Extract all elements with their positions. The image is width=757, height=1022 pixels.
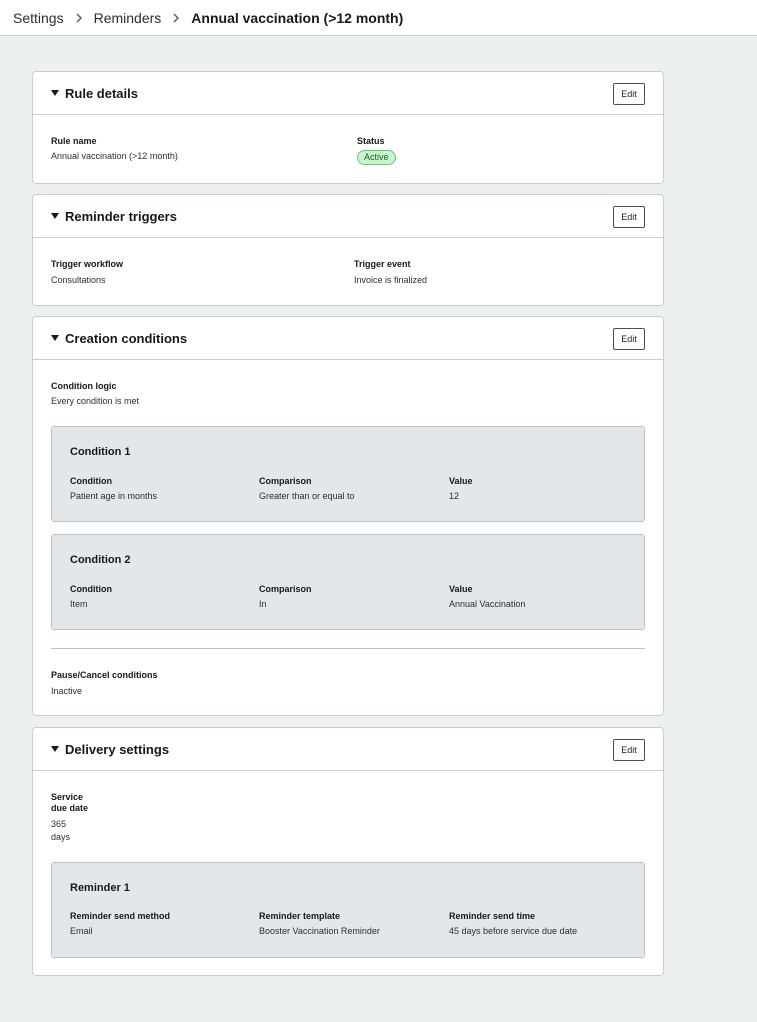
send-method-label: Reminder send method — [70, 911, 171, 921]
template-value: Booster Vaccination Reminder — [259, 926, 380, 936]
rule-details-body: Rule name Annual vaccination (>12 month)… — [33, 115, 663, 183]
service-due-date-label: Service — [51, 792, 84, 802]
pause-cancel-label: Pause/Cancel conditions — [51, 670, 158, 680]
reminder-title: Reminder 1 — [70, 882, 130, 894]
condition-value: Patient age in months — [70, 491, 158, 501]
creation-conditions-card: Creation conditions Edit Condition logic… — [32, 316, 664, 716]
rule-details-card: Rule details Edit Rule name Annual vacci… — [32, 71, 664, 184]
reminder-triggers-title: Reminder triggers — [65, 208, 177, 224]
trigger-event-label: Trigger event — [354, 259, 411, 269]
condition-label: Condition — [70, 476, 112, 486]
trigger-workflow-label: Trigger workflow — [51, 259, 124, 269]
condition-label: Condition — [70, 584, 112, 594]
condition-panel-2: Condition 2 Condition Item Comparison In… — [51, 534, 645, 630]
chevron-right-icon — [75, 13, 83, 23]
value-value: Annual Vaccination — [449, 599, 526, 609]
caret-down-icon[interactable] — [51, 335, 59, 341]
send-time-value: 45 days before service due date — [449, 926, 578, 936]
caret-down-icon[interactable] — [51, 213, 59, 219]
send-time-label: Reminder send time — [449, 911, 536, 921]
reminder-triggers-header[interactable]: Reminder triggers Edit — [33, 195, 663, 238]
creation-conditions-edit-button[interactable]: Edit — [613, 328, 645, 350]
reminder-triggers-card: Reminder triggers Edit Trigger workflow … — [32, 194, 664, 306]
condition-title: Condition 2 — [70, 554, 131, 566]
pause-cancel-value: Inactive — [51, 686, 83, 696]
comparison-value: In — [259, 599, 267, 609]
reminder-triggers-body: Trigger workflow Consultations Trigger e… — [33, 238, 663, 305]
rule-details-header[interactable]: Rule details Edit — [33, 72, 663, 115]
section-divider — [51, 648, 645, 649]
breadcrumb: Settings Reminders Annual vaccination (>… — [0, 0, 757, 36]
chevron-right-icon — [172, 13, 180, 23]
breadcrumb-reminders[interactable]: Reminders — [94, 10, 162, 26]
creation-conditions-header[interactable]: Creation conditions Edit — [33, 317, 663, 360]
delivery-settings-header[interactable]: Delivery settings Edit — [33, 728, 663, 771]
condition-title: Condition 1 — [70, 446, 131, 458]
delivery-settings-title: Delivery settings — [65, 741, 170, 757]
value-label: Value — [449, 584, 473, 594]
condition-logic-label: Condition logic — [51, 381, 117, 391]
send-method-value: Email — [70, 926, 93, 936]
trigger-event-value: Invoice is finalized — [354, 275, 428, 285]
value-value: 12 — [449, 491, 460, 501]
service-due-date-value: 365 — [51, 819, 67, 829]
condition-value: Item — [70, 599, 88, 609]
service-due-date-label-2: due date — [51, 803, 89, 813]
reminder-panel-1: Reminder 1 Reminder send method Email Re… — [51, 862, 645, 958]
delivery-settings-body: Service due date 365 days Reminder 1 Rem… — [33, 771, 663, 975]
breadcrumb-current: Annual vaccination (>12 month) — [191, 9, 404, 26]
condition-logic-value: Every condition is met — [51, 396, 140, 406]
service-due-date-unit: days — [51, 832, 71, 842]
creation-conditions-title: Creation conditions — [65, 330, 188, 346]
caret-down-icon[interactable] — [51, 746, 59, 752]
value-label: Value — [449, 476, 473, 486]
rule-details-title: Rule details — [65, 85, 138, 101]
comparison-label: Comparison — [259, 584, 312, 594]
delivery-settings-edit-button[interactable]: Edit — [613, 739, 645, 761]
caret-down-icon[interactable] — [51, 90, 59, 96]
delivery-settings-card: Delivery settings Edit Service due date … — [32, 727, 664, 976]
status-badge: Active — [357, 150, 396, 165]
breadcrumb-settings[interactable]: Settings — [13, 10, 64, 26]
rule-details-edit-button[interactable]: Edit — [613, 83, 645, 105]
status-label: Status — [357, 136, 385, 146]
reminder-triggers-edit-button[interactable]: Edit — [613, 206, 645, 228]
comparison-label: Comparison — [259, 476, 312, 486]
rule-name-value: Annual vaccination (>12 month) — [51, 151, 178, 161]
trigger-workflow-value: Consultations — [51, 275, 106, 285]
comparison-value: Greater than or equal to — [259, 491, 355, 501]
rule-name-label: Rule name — [51, 136, 97, 146]
condition-panel-1: Condition 1 Condition Patient age in mon… — [51, 426, 645, 522]
template-label: Reminder template — [259, 911, 341, 921]
creation-conditions-body: Condition logic Every condition is met C… — [33, 360, 663, 715]
